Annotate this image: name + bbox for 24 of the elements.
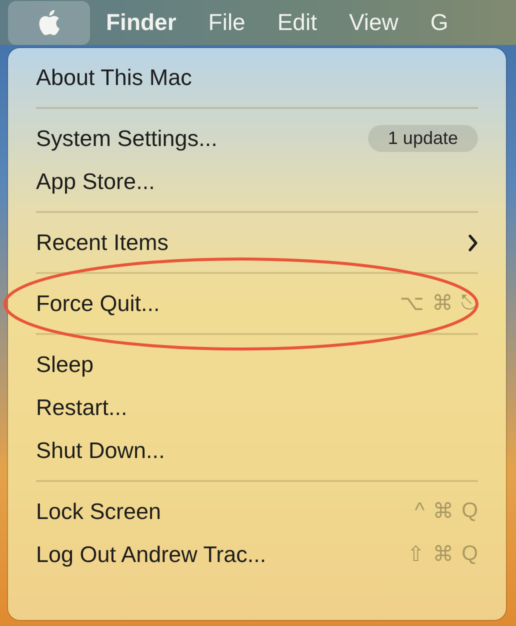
shortcut-key: Q <box>462 499 478 524</box>
menu-item[interactable]: About This Mac <box>36 64 478 90</box>
menu-item[interactable]: Force Quit... <box>36 290 400 316</box>
apple-icon <box>38 9 60 36</box>
menu-bar-item[interactable]: File <box>192 0 262 44</box>
shortcut-key: Q <box>462 542 478 567</box>
menu-bar-item[interactable]: Edit <box>261 0 333 44</box>
menu-item[interactable]: App Store... <box>36 168 478 194</box>
apple-menu-button[interactable] <box>8 0 90 44</box>
shortcut-key: ⌘ <box>432 499 454 524</box>
shortcut-key: ⌘ <box>432 542 454 567</box>
menu-item[interactable]: Shut Down... <box>36 438 478 464</box>
menu-item[interactable]: Recent Items <box>36 230 468 256</box>
update-badge: 1 update <box>368 125 478 152</box>
shortcut-key: ⌘ <box>432 291 453 316</box>
menu-item[interactable]: Restart... <box>36 394 478 420</box>
menu-bar-item[interactable]: Finder <box>90 0 192 44</box>
menu-item[interactable]: Lock Screen <box>36 498 415 524</box>
shortcut-key: ⌥ <box>400 291 424 316</box>
shortcut-key: ^ <box>414 499 425 524</box>
menu-item[interactable]: Sleep <box>36 352 478 378</box>
menu-item[interactable]: Log Out Andrew Trac... <box>36 542 408 568</box>
menu-item[interactable]: System Settings... <box>36 126 368 152</box>
shortcut-key: ⇧ <box>407 542 425 567</box>
